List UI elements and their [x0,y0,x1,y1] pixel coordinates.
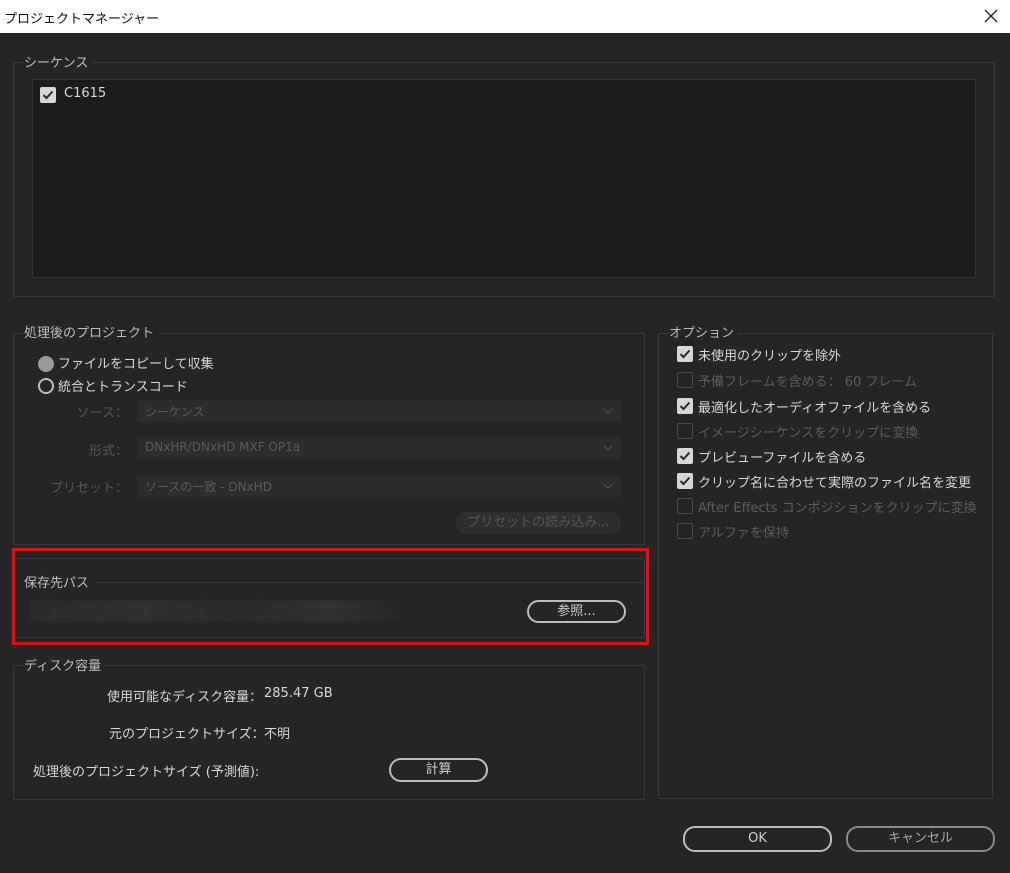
available-label: 使用可能なディスク容量： [107,690,263,705]
chevron-down-icon [603,445,613,451]
radio-consolidate-label: 統合とトランスコード [58,380,188,395]
source-select[interactable]: シーケンス [137,400,621,422]
option-after-effects-label: After Effects コンポジションをクリップに変換 [698,501,977,516]
options-label: オプション [669,322,739,341]
format-select[interactable]: DNxHR/DNxHD MXF OP1a [137,437,621,459]
highlight-box [12,548,649,645]
available-value: 285.47 GB [264,686,333,701]
load-preset-button[interactable]: プリセットの読み込み... [456,512,621,534]
option-after-effects-checkbox[interactable] [677,498,693,514]
title-bar: プロジェクトマネージャー [0,0,1010,33]
cancel-button[interactable]: キャンセル [846,826,995,852]
radio-collect-label: ファイルをコピーして収集 [58,357,214,372]
sequence-group-label: シーケンス [24,52,93,71]
source-label: ソース： [76,406,128,421]
option-preserve-alpha-checkbox[interactable] [677,523,693,539]
option-optimized-audio-checkbox[interactable] [677,398,693,414]
option-rename-files-label: クリップ名に合わせて実際のファイル名を変更 [698,476,972,491]
format-label: 形式： [88,444,128,459]
radio-consolidate[interactable] [38,378,54,394]
calculate-button[interactable]: 計算 [389,758,488,782]
option-image-sequence-label: イメージシーケンスをクリップに変換 [698,426,919,441]
option-rename-files-checkbox[interactable] [677,473,693,489]
option-exclude-unused-label: 未使用のクリップを除外 [698,349,842,364]
option-preserve-alpha-label: アルファを保持 [698,526,789,541]
original-size-label: 元のプロジェクトサイズ： [109,727,265,742]
option-exclude-unused-checkbox[interactable] [677,346,693,362]
window-title: プロジェクトマネージャー [4,12,160,27]
option-preview-files-label: プレビューファイルを含める [698,451,867,466]
preset-value: ソースの一致 - DNxHD [145,480,272,494]
sequence-list: C1615 [32,79,976,278]
option-image-sequence-checkbox[interactable] [677,423,693,439]
sequence-name: C1615 [64,86,107,101]
option-handle-frames-checkbox[interactable] [677,372,693,388]
option-optimized-audio-label: 最適化したオーディオファイルを含める [698,401,932,416]
chevron-down-icon [603,408,613,414]
ok-button[interactable]: OK [683,826,832,852]
option-preview-files-checkbox[interactable] [677,448,693,464]
disk-label: ディスク容量 [24,655,106,674]
estimated-label: 処理後のプロジェクトサイズ (予測値): [33,765,260,780]
preset-label: プリセット： [49,481,128,496]
format-value: DNxHR/DNxHD MXF OP1a [145,440,301,454]
preset-select[interactable]: ソースの一致 - DNxHD [137,475,621,497]
close-icon[interactable] [980,5,1002,27]
original-size-value: 不明 [264,727,291,742]
radio-collect[interactable] [38,356,54,372]
chevron-down-icon [603,483,613,489]
processed-project-label: 処理後のプロジェクト [24,322,159,341]
source-value: シーケンス [145,405,205,419]
option-handle-frames-label: 予備フレームを含める： 60 フレーム [698,375,918,390]
sequence-checkbox[interactable] [40,87,56,103]
